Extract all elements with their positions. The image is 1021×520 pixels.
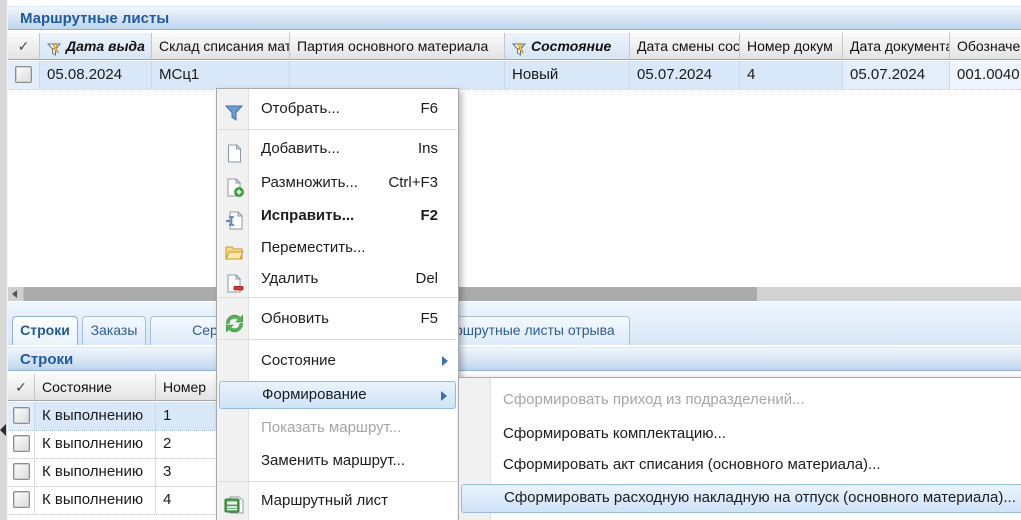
cell-batch xyxy=(290,61,505,89)
cell-doc-date: 05.07.2024 xyxy=(843,61,950,89)
left-splitter[interactable] xyxy=(0,0,8,520)
bottom-tabbar: Строки Заказы Сер Маршрутные листы отрыв… xyxy=(8,302,1021,345)
filter-lightning-icon xyxy=(47,35,62,60)
column-state[interactable]: Состояние xyxy=(35,374,156,401)
tab-zakazy[interactable]: Заказы xyxy=(82,316,146,345)
menu-item-move[interactable]: Переместить... xyxy=(219,234,456,262)
refresh-icon xyxy=(224,309,244,329)
submenu-item-akt-spisaniya[interactable]: Сформировать акт списания (основного мат… xyxy=(461,449,1021,480)
column-designation[interactable]: Обозначе xyxy=(950,33,1021,60)
menu-separator xyxy=(218,339,457,340)
menu-item-add[interactable]: Добавить... Ins xyxy=(219,135,456,163)
submenu-arrow-icon xyxy=(441,391,447,401)
filter-lightning-icon xyxy=(512,35,527,60)
spreadsheet-icon xyxy=(224,491,244,511)
menu-separator xyxy=(218,297,457,298)
checkbox[interactable] xyxy=(13,435,30,452)
tab-stroki[interactable]: Строки xyxy=(12,316,78,345)
cell-state: К выполнению xyxy=(35,402,156,430)
menu-separator xyxy=(218,129,457,130)
submenu-item-komplektacia[interactable]: Сформировать комплектацию... xyxy=(461,418,1021,449)
row-checkbox-cell[interactable] xyxy=(8,458,35,486)
submenu-arrow-icon xyxy=(442,356,448,366)
app-window: Маршрутные листы ✓ Дата выда Склад списа… xyxy=(0,0,1021,520)
top-panel-title-label: Маршрутные листы xyxy=(20,10,169,27)
horizontal-scrollbar[interactable] xyxy=(8,287,1021,301)
bottom-panel-title-label: Строки xyxy=(20,351,73,368)
column-batch[interactable]: Партия основного материала xyxy=(290,33,505,60)
column-check[interactable]: ✓ xyxy=(8,374,35,401)
submenu-item-prihod: Сформировать приход из подразделений... xyxy=(461,384,1021,415)
menu-item-duplicate[interactable]: Размножить... Ctrl+F3 xyxy=(219,169,456,197)
row-checkbox-cell[interactable] xyxy=(8,402,35,430)
submenu-item-rashodnaya-nakladnaya[interactable]: Сформировать расходную накладную на отпу… xyxy=(461,484,1021,513)
checkbox[interactable] xyxy=(15,66,32,83)
cell-state: К выполнению xyxy=(35,430,156,458)
column-warehouse[interactable]: Склад списания мат xyxy=(152,33,290,60)
row-checkbox-cell[interactable] xyxy=(8,61,40,89)
scroll-left-icon[interactable] xyxy=(8,287,24,301)
cell-designation: 001.0040 xyxy=(950,61,1021,89)
table-row[interactable]: 05.08.2024 МСц1 Новый 05.07.2024 4 05.07… xyxy=(8,61,1021,90)
cell-warehouse: МСц1 xyxy=(152,61,290,89)
column-doc-number[interactable]: Номер докум xyxy=(740,33,843,60)
column-state[interactable]: Состояние xyxy=(505,33,630,60)
folder-icon xyxy=(224,238,244,258)
cell-state-change-date: 05.07.2024 xyxy=(630,61,740,89)
row-checkbox-cell[interactable] xyxy=(8,486,35,514)
cell-state: К выполнению xyxy=(35,486,156,514)
top-panel-title: Маршрутные листы xyxy=(8,6,1021,30)
column-check[interactable]: ✓ xyxy=(8,33,40,60)
menu-item-show-route: Показать маршрут... xyxy=(219,414,456,442)
top-grid-header: ✓ Дата выда Склад списания мат Партия ос… xyxy=(8,33,1021,61)
column-date-issued[interactable]: Дата выда xyxy=(40,33,152,60)
row-checkbox-cell[interactable] xyxy=(8,430,35,458)
page-icon xyxy=(224,139,244,159)
menu-separator xyxy=(218,481,457,482)
menu-item-formation[interactable]: Формирование xyxy=(219,381,456,409)
cell-state: Новый xyxy=(505,61,630,89)
cell-date: 05.08.2024 xyxy=(40,61,152,89)
filter-icon xyxy=(224,99,244,119)
menu-item-delete[interactable]: Удалить Del xyxy=(219,265,456,293)
cell-doc-number: 4 xyxy=(740,61,843,89)
cell-state: К выполнению xyxy=(35,458,156,486)
column-doc-date[interactable]: Дата документа xyxy=(843,33,950,60)
splitter-collapse-icon[interactable] xyxy=(0,424,6,436)
menu-item-edit[interactable]: Исправить... F2 xyxy=(219,202,456,230)
column-state-change-date[interactable]: Дата смены сос xyxy=(630,33,740,60)
bottom-panel-title: Строки xyxy=(8,347,1021,371)
checkbox[interactable] xyxy=(13,463,30,480)
page-add-icon xyxy=(224,173,244,193)
formation-submenu: Сформировать приход из подразделений... … xyxy=(458,377,1021,520)
page-delete-icon xyxy=(224,269,244,289)
context-menu: Отобрать... F6 Добавить... Ins Размножит… xyxy=(216,88,459,520)
menu-item-filter[interactable]: Отобрать... F6 xyxy=(219,95,456,123)
checkbox[interactable] xyxy=(13,407,30,424)
checkbox[interactable] xyxy=(13,491,30,508)
menu-item-replace-route[interactable]: Заменить маршрут... xyxy=(219,447,456,475)
menu-item-refresh[interactable]: Обновить F5 xyxy=(219,305,456,333)
page-edit-icon xyxy=(224,206,244,226)
menu-item-state[interactable]: Состояние xyxy=(219,347,456,375)
menu-item-route-sheet[interactable]: Маршрутный лист xyxy=(219,487,456,515)
